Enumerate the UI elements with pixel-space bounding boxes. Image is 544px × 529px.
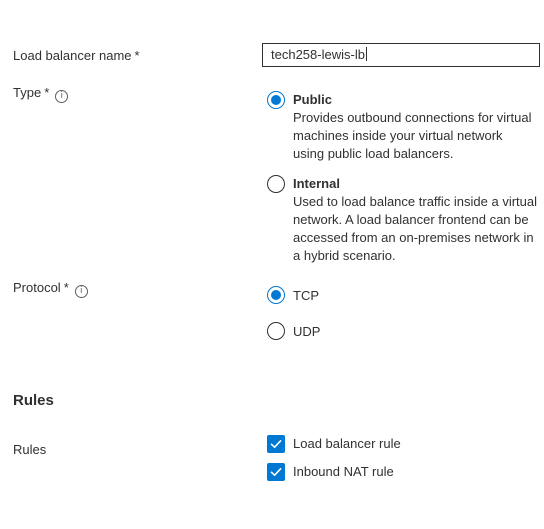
load-balancer-rule-checkbox[interactable]: [267, 435, 285, 453]
description-line: network. A load balancer frontend can be: [293, 212, 529, 227]
protocol-tcp-label[interactable]: TCP: [293, 287, 319, 305]
required-marker: *: [63, 280, 69, 295]
description-line: machines inside your virtual network: [293, 128, 503, 143]
protocol-tcp-radio[interactable]: [267, 286, 285, 304]
load-balancer-rule-label[interactable]: Load balancer rule: [293, 435, 401, 453]
type-internal-radio[interactable]: [267, 175, 285, 193]
required-marker: *: [44, 85, 50, 100]
protocol-udp-label[interactable]: UDP: [293, 323, 320, 341]
protocol-label-text: Protocol: [13, 280, 61, 295]
inbound-nat-rule-checkbox[interactable]: [267, 463, 285, 481]
info-icon[interactable]: i: [55, 90, 69, 103]
text-caret: [365, 47, 367, 61]
type-label-text: Type: [13, 85, 42, 100]
type-public-description: Provides outbound connections for virtua…: [293, 109, 531, 163]
type-public-title[interactable]: Public: [293, 91, 332, 109]
info-icon[interactable]: i: [74, 285, 88, 298]
rules-section-heading: Rules: [13, 392, 54, 409]
type-internal-title[interactable]: Internal: [293, 175, 340, 193]
type-label: Type * i: [13, 84, 69, 103]
inbound-nat-rule-label[interactable]: Inbound NAT rule: [293, 463, 394, 481]
description-line: a hybrid scenario.: [293, 248, 396, 263]
description-line: Used to load balance traffic inside a vi…: [293, 194, 538, 209]
required-marker: *: [134, 48, 140, 63]
type-public-radio[interactable]: [267, 91, 285, 109]
checkmark-icon: [270, 440, 282, 448]
lb-name-label: Load balancer name *: [13, 47, 140, 65]
lb-name-input[interactable]: tech258-lewis-lb: [262, 43, 540, 67]
protocol-label: Protocol * i: [13, 279, 88, 298]
description-line: Provides outbound connections for virtua…: [293, 110, 532, 125]
rules-label: Rules: [13, 442, 47, 457]
description-line: accessed from an on-premises network in: [293, 230, 534, 245]
description-line: using public load balancers.: [293, 146, 454, 161]
type-internal-description: Used to load balance traffic inside a vi…: [293, 193, 537, 265]
lb-name-label-text: Load balancer name: [13, 48, 132, 63]
lb-name-value: tech258-lewis-lb: [271, 47, 365, 62]
protocol-udp-radio[interactable]: [267, 322, 285, 340]
checkmark-icon: [270, 468, 282, 476]
